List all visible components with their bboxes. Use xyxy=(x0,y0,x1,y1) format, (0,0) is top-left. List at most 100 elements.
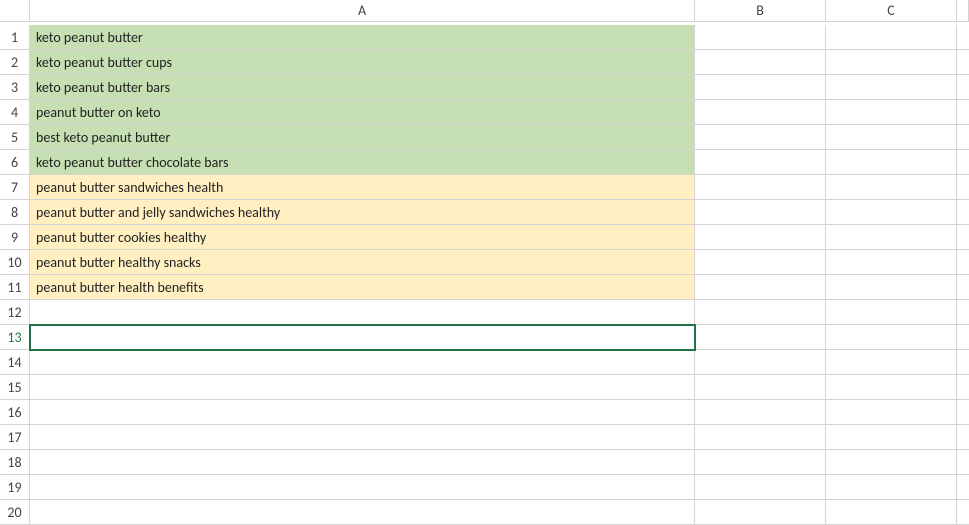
cell-partial[interactable] xyxy=(957,475,969,500)
cell-partial[interactable] xyxy=(957,200,969,225)
cell[interactable] xyxy=(30,400,695,425)
cell[interactable] xyxy=(826,200,957,225)
cell[interactable] xyxy=(826,100,957,125)
cell-partial[interactable] xyxy=(957,375,969,400)
row-header[interactable]: 7 xyxy=(0,175,30,200)
row-header[interactable]: 18 xyxy=(0,450,30,475)
cell[interactable] xyxy=(826,25,957,50)
cell[interactable] xyxy=(30,450,695,475)
cell[interactable] xyxy=(695,25,826,50)
cell-partial[interactable] xyxy=(957,125,969,150)
row-header[interactable]: 8 xyxy=(0,200,30,225)
cell[interactable] xyxy=(695,225,826,250)
cell[interactable] xyxy=(695,500,826,525)
cell-partial[interactable] xyxy=(957,50,969,75)
cell[interactable]: keto peanut butter chocolate bars xyxy=(30,150,695,175)
cell-partial[interactable] xyxy=(957,350,969,375)
cell[interactable] xyxy=(30,300,695,325)
column-header-b[interactable]: B xyxy=(695,0,826,22)
cell-partial[interactable] xyxy=(957,300,969,325)
cell-partial[interactable] xyxy=(957,400,969,425)
cell[interactable] xyxy=(826,375,957,400)
cell[interactable]: keto peanut butter xyxy=(30,25,695,50)
cell[interactable] xyxy=(695,175,826,200)
row-header[interactable]: 3 xyxy=(0,75,30,100)
select-all-corner[interactable] xyxy=(0,0,30,22)
cell-partial[interactable] xyxy=(957,75,969,100)
row-header[interactable]: 4 xyxy=(0,100,30,125)
cell-partial[interactable] xyxy=(957,25,969,50)
cell[interactable] xyxy=(826,350,957,375)
row-header[interactable]: 20 xyxy=(0,500,30,525)
cell[interactable] xyxy=(826,225,957,250)
cell[interactable] xyxy=(826,325,957,350)
cell[interactable] xyxy=(826,425,957,450)
row-header[interactable]: 19 xyxy=(0,475,30,500)
cell[interactable]: peanut butter cookies healthy xyxy=(30,225,695,250)
cell[interactable]: keto peanut butter cups xyxy=(30,50,695,75)
cell[interactable] xyxy=(695,300,826,325)
cell[interactable] xyxy=(30,475,695,500)
cell-partial[interactable] xyxy=(957,325,969,350)
cell[interactable] xyxy=(695,50,826,75)
cell[interactable] xyxy=(826,475,957,500)
cell[interactable] xyxy=(695,375,826,400)
row-header[interactable]: 16 xyxy=(0,400,30,425)
cell-partial[interactable] xyxy=(957,275,969,300)
cell[interactable] xyxy=(30,350,695,375)
column-header-partial[interactable] xyxy=(957,0,969,22)
cell[interactable]: best keto peanut butter xyxy=(30,125,695,150)
cell-partial[interactable] xyxy=(957,150,969,175)
cell[interactable]: peanut butter healthy snacks xyxy=(30,250,695,275)
row-header[interactable]: 10 xyxy=(0,250,30,275)
cell[interactable] xyxy=(826,400,957,425)
row-header[interactable]: 6 xyxy=(0,150,30,175)
row-header[interactable]: 11 xyxy=(0,275,30,300)
cell[interactable] xyxy=(695,425,826,450)
row-header[interactable]: 5 xyxy=(0,125,30,150)
cell-partial[interactable] xyxy=(957,500,969,525)
cell[interactable] xyxy=(826,275,957,300)
cell[interactable] xyxy=(826,50,957,75)
cell[interactable] xyxy=(826,175,957,200)
row-header[interactable]: 17 xyxy=(0,425,30,450)
row-header[interactable]: 15 xyxy=(0,375,30,400)
cell[interactable] xyxy=(695,450,826,475)
cell[interactable] xyxy=(826,450,957,475)
cell[interactable] xyxy=(826,250,957,275)
cell[interactable] xyxy=(695,150,826,175)
column-header-c[interactable]: C xyxy=(826,0,957,22)
row-header[interactable]: 1 xyxy=(0,25,30,50)
cell[interactable] xyxy=(30,325,695,350)
cell[interactable] xyxy=(695,75,826,100)
cell-partial[interactable] xyxy=(957,250,969,275)
cell[interactable] xyxy=(695,350,826,375)
row-header[interactable]: 9 xyxy=(0,225,30,250)
cell[interactable] xyxy=(695,250,826,275)
cell[interactable]: peanut butter and jelly sandwiches healt… xyxy=(30,200,695,225)
row-header[interactable]: 2 xyxy=(0,50,30,75)
row-header[interactable]: 12 xyxy=(0,300,30,325)
cell-partial[interactable] xyxy=(957,450,969,475)
cell[interactable] xyxy=(695,325,826,350)
cell[interactable] xyxy=(695,200,826,225)
cell[interactable] xyxy=(695,475,826,500)
cell[interactable] xyxy=(826,150,957,175)
cell[interactable] xyxy=(30,425,695,450)
cell-partial[interactable] xyxy=(957,425,969,450)
cell[interactable] xyxy=(826,500,957,525)
cell[interactable] xyxy=(826,300,957,325)
cell-partial[interactable] xyxy=(957,100,969,125)
cell[interactable]: peanut butter on keto xyxy=(30,100,695,125)
cell-partial[interactable] xyxy=(957,225,969,250)
cell[interactable] xyxy=(826,125,957,150)
cell[interactable] xyxy=(826,75,957,100)
cell[interactable]: peanut butter health benefits xyxy=(30,275,695,300)
cell[interactable] xyxy=(695,100,826,125)
cell[interactable] xyxy=(30,375,695,400)
cell[interactable]: keto peanut butter bars xyxy=(30,75,695,100)
column-header-a[interactable]: A xyxy=(30,0,695,22)
row-header[interactable]: 14 xyxy=(0,350,30,375)
cell[interactable] xyxy=(695,400,826,425)
cell[interactable] xyxy=(695,275,826,300)
